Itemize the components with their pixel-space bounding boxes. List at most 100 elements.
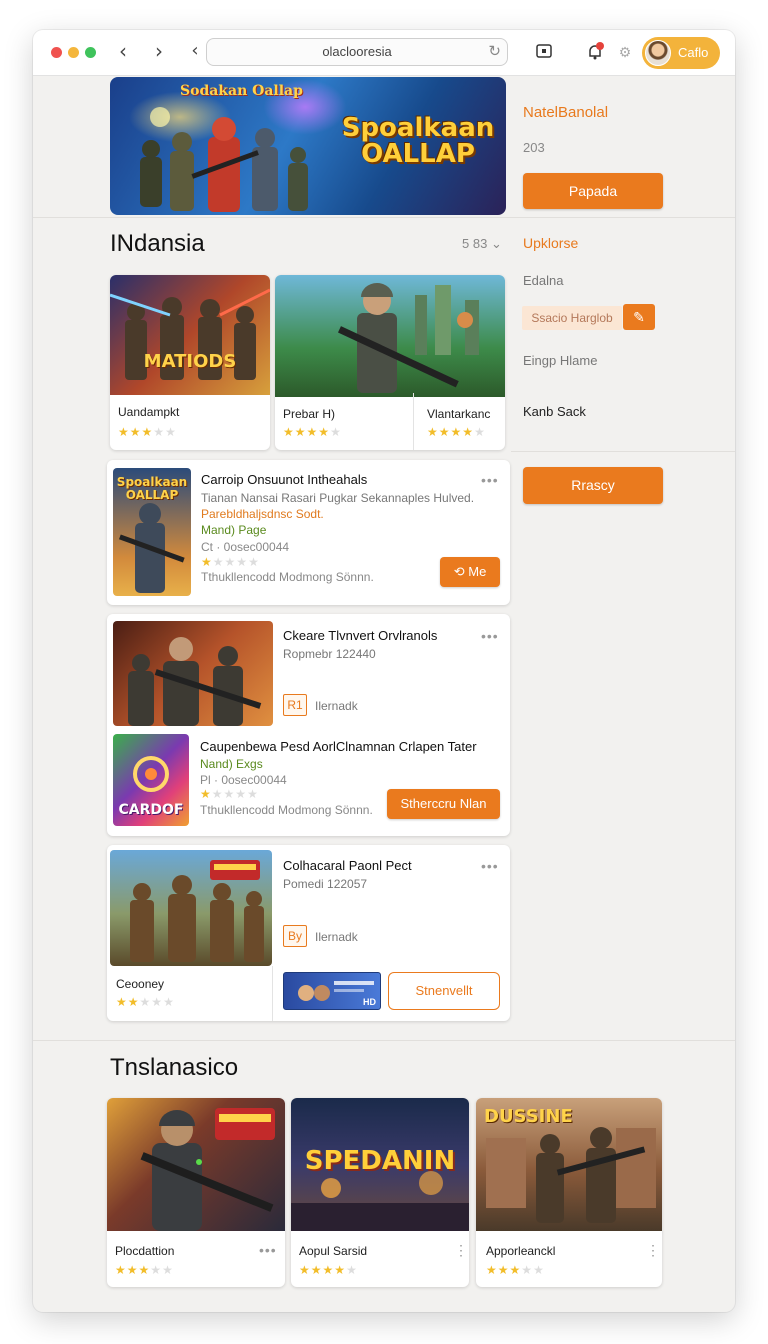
address-bar[interactable]: olaclooresia ↻ bbox=[206, 38, 508, 66]
star-empty-icon: ★ bbox=[474, 425, 486, 439]
star-empty-icon: ★ bbox=[247, 787, 259, 801]
sort-dropdown[interactable]: 5 83 ⌄ bbox=[462, 236, 502, 252]
forward-arrow-icon[interactable]: › bbox=[149, 41, 169, 62]
item-tag: Parebldhaljsdnsc Sodt. bbox=[201, 507, 324, 521]
sidebar-button[interactable]: Rrascy bbox=[523, 467, 663, 504]
star-filled-icon: ★ bbox=[322, 1263, 335, 1277]
card-title: Apporleanckl bbox=[486, 1244, 556, 1258]
card-title: Prebar H) bbox=[283, 407, 336, 421]
star-filled-icon: ★ bbox=[450, 425, 463, 439]
more-options-icon[interactable]: ••• bbox=[481, 628, 499, 644]
hero-side-title: NatelBanolal bbox=[523, 104, 609, 121]
item-outline-button[interactable]: Stnenvellt bbox=[388, 972, 500, 1010]
item-badge-label: Ilernadk bbox=[315, 930, 358, 944]
game-thumbnail: Spoalkaan OALLAP bbox=[113, 468, 191, 596]
more-options-icon[interactable]: ⋮ bbox=[646, 1242, 661, 1259]
item-footer: Tthukllencodd Modmong Sönnn. bbox=[200, 803, 373, 817]
rating-stars: ★★★★★ bbox=[299, 1263, 358, 1277]
star-filled-icon: ★ bbox=[334, 1263, 347, 1277]
notification-bell-icon[interactable] bbox=[585, 42, 605, 62]
sort-label: 5 83 bbox=[462, 236, 488, 251]
item-subtitle: Pomedi 122057 bbox=[283, 877, 368, 891]
sidebar-back-icon[interactable]: ‹ bbox=[185, 42, 205, 62]
browser-window: ‹ › ‹ olaclooresia ↻ ⚙ Caflo Sodakan Oal… bbox=[33, 30, 735, 1312]
game-card[interactable]: SPEDANIN Aopul Sarsid ⋮ ★★★★★ bbox=[291, 1098, 469, 1287]
maximize-window-button[interactable] bbox=[85, 47, 96, 58]
item-title-secondary: Caupenbewa Pesd AorlClnamnan Crlapen Tat… bbox=[200, 739, 477, 754]
back-arrow-icon[interactable]: ‹ bbox=[113, 41, 133, 62]
sidebar-input[interactable]: Ssacio Harglob bbox=[522, 306, 622, 330]
star-empty-icon: ★ bbox=[165, 425, 177, 439]
item-action-button[interactable]: Stherccru Nlan bbox=[387, 789, 500, 819]
star-filled-icon: ★ bbox=[138, 1263, 151, 1277]
card-title: Aopul Sarsid bbox=[299, 1244, 368, 1258]
minimize-window-button[interactable] bbox=[68, 47, 79, 58]
thumbnail-logo-text: CARDOF bbox=[118, 802, 184, 818]
edit-icon[interactable]: ✎ bbox=[623, 304, 655, 330]
thumbnail-logo-text: MATIODS bbox=[143, 351, 237, 372]
hero-banner[interactable]: Sodakan Oallap Spoalkaan OALLAP bbox=[110, 77, 506, 215]
item-title: Ckeare Tlvnvert Orvlranols bbox=[283, 628, 438, 643]
thumbnail-logo-text: Spoalkaan OALLAP bbox=[116, 475, 188, 502]
rating-stars: ★★★★★ bbox=[118, 425, 177, 439]
mini-banner-text: HD bbox=[363, 997, 376, 1007]
star-empty-icon: ★ bbox=[212, 555, 225, 569]
tab-overview-icon[interactable] bbox=[535, 42, 555, 62]
item-badge-label: Ilernadk bbox=[315, 699, 358, 713]
star-filled-icon: ★ bbox=[306, 425, 319, 439]
more-options-icon[interactable]: ••• bbox=[259, 1242, 277, 1258]
close-window-button[interactable] bbox=[51, 47, 62, 58]
item-code: Pl · 0osec00044 bbox=[200, 773, 287, 787]
rating-stars: ★★★★★ bbox=[427, 425, 486, 439]
more-options-icon[interactable]: ••• bbox=[481, 858, 499, 874]
item-badge: R1 bbox=[283, 694, 307, 716]
star-empty-icon: ★ bbox=[248, 555, 260, 569]
hero-side-subtitle: 203 bbox=[523, 140, 545, 155]
more-options-icon[interactable]: ⋮ bbox=[454, 1242, 469, 1259]
game-card[interactable]: DUSSINE Apporleanckl ⋮ ★★★★★ bbox=[476, 1098, 662, 1287]
game-thumbnail: MATIODS bbox=[110, 275, 270, 395]
rating-stars: ★★★★★ bbox=[200, 787, 259, 801]
game-card-wide[interactable]: Prebar H) ★★★★★ Vlantarkanc ★★★★★ bbox=[275, 275, 505, 450]
rating-stars: ★★★★★ bbox=[486, 1263, 545, 1277]
game-thumbnail bbox=[107, 1098, 285, 1231]
game-thumbnail: DUSSINE bbox=[476, 1098, 662, 1231]
star-filled-icon: ★ bbox=[299, 1263, 311, 1277]
star-filled-icon: ★ bbox=[438, 425, 451, 439]
list-item[interactable]: Ckeare Tlvnvert Orvlranols ••• Ropmebr 1… bbox=[107, 614, 510, 836]
banner-logo-text: Sodakan Oallap bbox=[180, 83, 303, 99]
more-options-icon[interactable]: ••• bbox=[481, 472, 499, 488]
rating-stars: ★★★★★ bbox=[283, 425, 342, 439]
address-text: olaclooresia bbox=[322, 44, 392, 59]
profile-button[interactable]: Caflo bbox=[642, 37, 720, 69]
divider bbox=[33, 1040, 735, 1041]
star-filled-icon: ★ bbox=[497, 1263, 510, 1277]
game-card[interactable]: Plocdattion ••• ★★★★★ bbox=[107, 1098, 285, 1287]
star-filled-icon: ★ bbox=[318, 425, 331, 439]
item-subtitle: Ropmebr 122440 bbox=[283, 647, 376, 661]
sidebar-link[interactable]: Upklorse bbox=[523, 235, 578, 251]
sidebar-label: Edalna bbox=[523, 273, 564, 288]
star-filled-icon: ★ bbox=[462, 425, 475, 439]
star-filled-icon: ★ bbox=[310, 1263, 323, 1277]
game-thumbnail bbox=[110, 850, 272, 966]
list-item[interactable]: Spoalkaan OALLAP Carroip Onsuunot Inthea… bbox=[107, 460, 510, 605]
game-card[interactable]: MATIODS Uandampkt ★★★★★ bbox=[110, 275, 270, 450]
mini-banner[interactable]: HD bbox=[283, 972, 381, 1010]
game-thumbnail-small: CARDOF bbox=[113, 734, 189, 826]
divider bbox=[33, 217, 735, 218]
item-title: Colhacaral Paonl Pect bbox=[283, 858, 412, 873]
rating-stars: ★★★★★ bbox=[115, 1263, 174, 1277]
list-item[interactable]: Ceooney ★★★★★ Colhacaral Paonl Pect ••• … bbox=[107, 845, 510, 1021]
star-filled-icon: ★ bbox=[129, 425, 142, 439]
item-description: Tianan Nansai Rasari Pugkar Sekannaples … bbox=[201, 491, 475, 505]
card-divider bbox=[272, 966, 273, 1021]
banner-title: Spoalkaan OALLAP bbox=[338, 115, 498, 167]
reload-icon[interactable]: ↻ bbox=[488, 39, 501, 65]
card-title: Ceooney bbox=[116, 977, 165, 991]
hero-primary-button[interactable]: Papada bbox=[523, 173, 663, 209]
settings-gear-icon[interactable]: ⚙ bbox=[615, 42, 635, 62]
thumbnail-logo-text: DUSSINE bbox=[484, 1106, 573, 1127]
item-action-button[interactable]: ⟲ Me bbox=[440, 557, 500, 587]
star-empty-icon: ★ bbox=[330, 425, 342, 439]
